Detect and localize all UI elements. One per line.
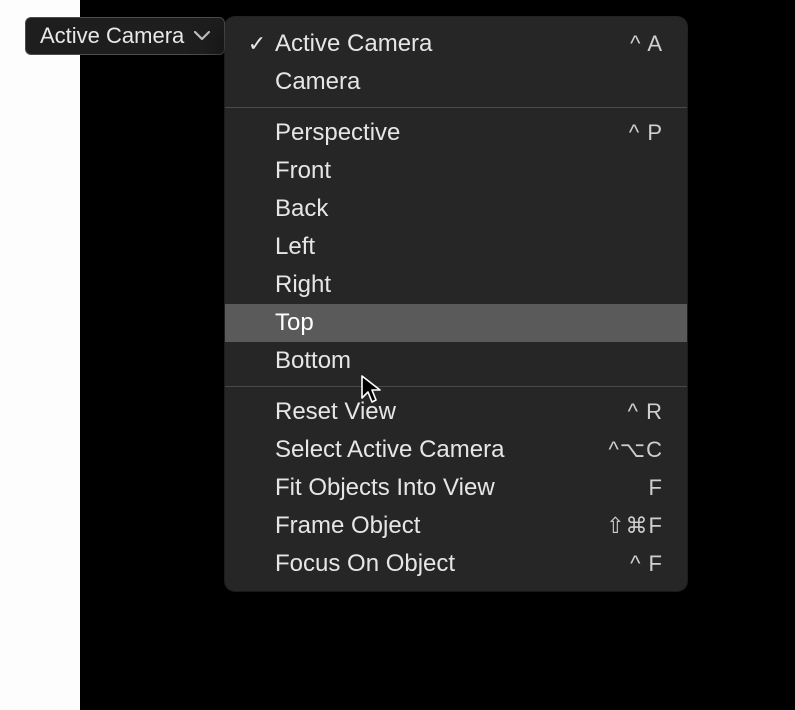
- chevron-down-icon: [194, 31, 210, 41]
- menu-item-shortcut: ^ P: [605, 120, 663, 146]
- menu-item-label: Active Camera: [275, 32, 605, 56]
- menu-item-focus-on-object[interactable]: Focus On Object^ F: [225, 545, 687, 583]
- menu-item-active-camera[interactable]: ✓Active Camera^ A: [225, 25, 687, 63]
- menu-item-label: Frame Object: [275, 514, 605, 538]
- menu-item-reset-view[interactable]: Reset View^ R: [225, 393, 687, 431]
- menu-item-label: Select Active Camera: [275, 438, 605, 462]
- menu-item-shortcut: ^ F: [605, 551, 663, 577]
- menu-item-camera[interactable]: Camera: [225, 63, 687, 101]
- menu-item-label: Reset View: [275, 400, 605, 424]
- menu-item-label: Perspective: [275, 121, 605, 145]
- menu-item-front[interactable]: Front: [225, 152, 687, 190]
- camera-dropdown-button[interactable]: Active Camera: [25, 17, 225, 55]
- menu-item-label: Left: [275, 235, 605, 259]
- menu-item-left[interactable]: Left: [225, 228, 687, 266]
- menu-item-shortcut: ^⌥C: [605, 437, 663, 463]
- menu-item-label: Back: [275, 197, 605, 221]
- menu-item-shortcut: ^ A: [605, 31, 663, 57]
- menu-item-fit-objects[interactable]: Fit Objects Into ViewF: [225, 469, 687, 507]
- menu-item-shortcut: ^ R: [605, 399, 663, 425]
- menu-item-shortcut: ⇧⌘F: [605, 513, 663, 539]
- menu-item-perspective[interactable]: Perspective^ P: [225, 114, 687, 152]
- menu-item-label: Right: [275, 273, 605, 297]
- menu-item-label: Fit Objects Into View: [275, 476, 605, 500]
- menu-item-back[interactable]: Back: [225, 190, 687, 228]
- menu-item-select-active-camera[interactable]: Select Active Camera^⌥C: [225, 431, 687, 469]
- menu-item-label: Bottom: [275, 349, 605, 373]
- menu-item-label: Camera: [275, 70, 605, 94]
- menu-item-label: Front: [275, 159, 605, 183]
- menu-separator: [225, 107, 687, 108]
- menu-separator: [225, 386, 687, 387]
- camera-menu[interactable]: ✓Active Camera^ ACameraPerspective^ PFro…: [225, 17, 687, 591]
- menu-item-label: Focus On Object: [275, 552, 605, 576]
- menu-item-right[interactable]: Right: [225, 266, 687, 304]
- checkmark-icon: ✓: [239, 31, 275, 57]
- menu-item-frame-object[interactable]: Frame Object⇧⌘F: [225, 507, 687, 545]
- menu-item-shortcut: F: [605, 475, 663, 501]
- menu-item-top[interactable]: Top: [225, 304, 687, 342]
- menu-item-label: Top: [275, 311, 605, 335]
- menu-item-bottom[interactable]: Bottom: [225, 342, 687, 380]
- camera-dropdown-label: Active Camera: [40, 23, 184, 49]
